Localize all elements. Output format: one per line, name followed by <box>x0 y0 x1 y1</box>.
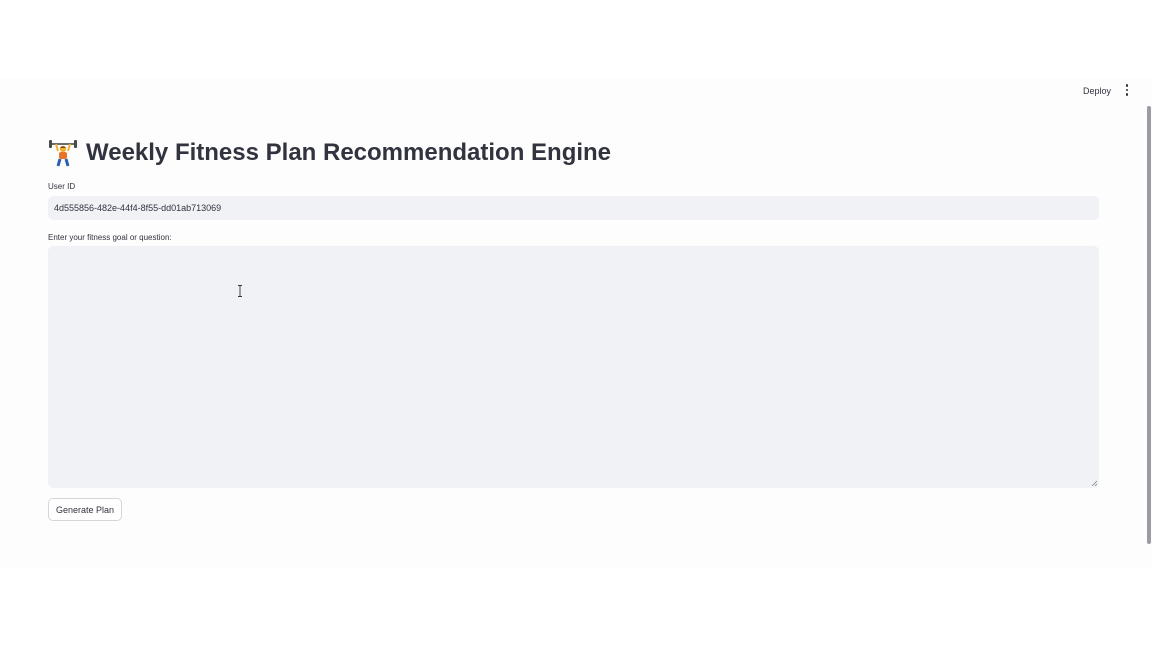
menu-dot <box>1125 84 1129 87</box>
scrollbar-thumb[interactable] <box>1147 106 1151 544</box>
weight-lifter-icon <box>48 138 78 168</box>
header-bar: Deploy <box>0 78 1152 102</box>
scrollbar[interactable] <box>1146 78 1152 568</box>
generate-plan-button[interactable]: Generate Plan <box>48 498 123 521</box>
vertical-ellipsis-icon[interactable] <box>1122 83 1132 97</box>
app-frame: Deploy Weekly Fitness Plan Recommendatio… <box>0 78 1152 568</box>
page-title-text: Weekly Fitness Plan Recommendation Engin… <box>86 139 612 166</box>
user-id-label: User ID <box>48 182 76 191</box>
user-id-input[interactable] <box>48 196 1099 220</box>
menu-dot <box>1125 93 1129 96</box>
menu-dot <box>1125 88 1129 92</box>
page-title: Weekly Fitness Plan Recommendation Engin… <box>48 138 611 168</box>
goal-label: Enter your fitness goal or question: <box>48 233 172 242</box>
deploy-button[interactable]: Deploy <box>1083 84 1111 98</box>
fitness-goal-textarea[interactable] <box>48 246 1099 488</box>
